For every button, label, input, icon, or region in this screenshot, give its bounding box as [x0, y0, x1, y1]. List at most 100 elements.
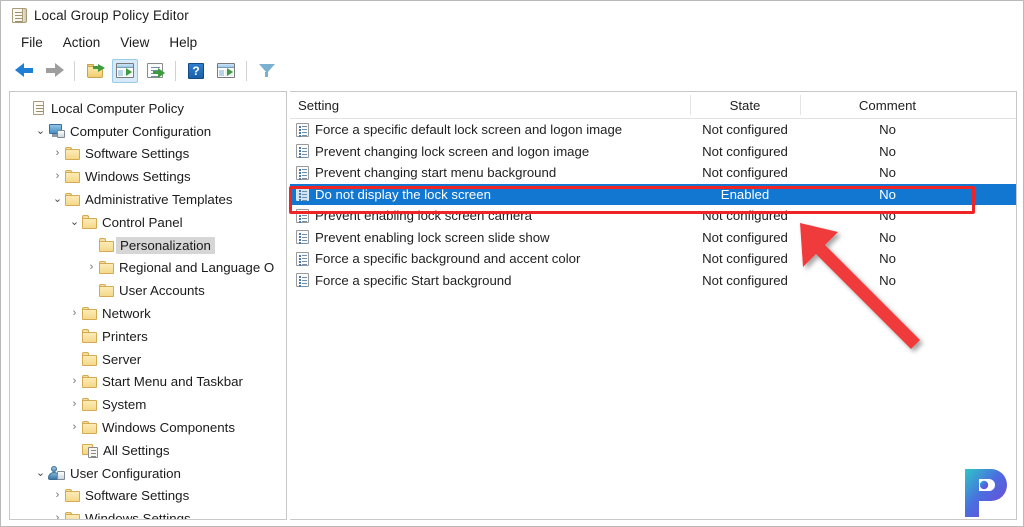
settings-list-pane[interactable]: Setting State Comment Force a specific d… — [290, 91, 1017, 520]
title-bar: Local Group Policy Editor — [1, 1, 1023, 29]
column-divider-2[interactable] — [800, 95, 801, 115]
tree-item-label: Network — [102, 306, 151, 322]
menu-item-help[interactable]: Help — [159, 33, 207, 52]
forward-button[interactable] — [41, 59, 67, 83]
tree-item-windows-settings[interactable]: › Windows Settings — [10, 165, 286, 188]
folder-icon — [65, 169, 81, 184]
tree-item-windows-settings[interactable]: › Windows Settings — [10, 507, 286, 519]
up-one-level-button[interactable] — [82, 59, 108, 83]
properties-button[interactable] — [142, 59, 168, 83]
state-cell: Not configured — [702, 272, 788, 288]
settings-row[interactable]: Force a specific background and accent c… — [290, 248, 1016, 270]
chevron-right-icon[interactable]: › — [67, 308, 82, 319]
chevron-right-icon[interactable]: › — [50, 171, 65, 182]
folder-icon — [65, 511, 81, 519]
comment-cell: No — [879, 229, 896, 245]
folder-icon — [82, 420, 98, 435]
setting-name: Prevent changing start menu background — [315, 165, 557, 181]
tree-item-administrative-templates[interactable]: ⌄ Administrative Templates — [10, 188, 286, 211]
setting-name: Force a specific default lock screen and… — [315, 122, 623, 138]
tree-item-printers[interactable]: Printers — [10, 325, 286, 348]
state-cell: Not configured — [702, 143, 788, 159]
tree-item-personalization[interactable]: Personalization — [10, 234, 286, 257]
help-question-icon: ? — [188, 62, 204, 79]
tree-item-all-settings[interactable]: All Settings — [10, 439, 286, 462]
folder-icon — [82, 374, 98, 389]
policy-setting-icon — [296, 144, 309, 159]
column-header-state[interactable]: State — [690, 98, 800, 113]
comment-cell: No — [879, 122, 896, 138]
properties-list-icon — [147, 63, 165, 78]
policy-setting-icon — [296, 165, 309, 180]
local-group-policy-editor-window: Local Group Policy Editor File Action Vi… — [0, 0, 1024, 527]
tree-item-start-menu-and-taskbar[interactable]: › Start Menu and Taskbar — [10, 371, 286, 394]
console-tree-pane[interactable]: Local Computer Policy ⌄ Computer Configura… — [9, 91, 287, 520]
back-button[interactable] — [11, 59, 37, 83]
tree-item-label: Server — [102, 351, 142, 367]
settings-row[interactable]: Force a specific default lock screen and… — [290, 119, 1016, 141]
tree-item-label: Printers — [102, 328, 148, 344]
menu-item-action[interactable]: Action — [53, 33, 111, 52]
chevron-down-icon[interactable]: ⌄ — [67, 216, 82, 228]
tree-item-server[interactable]: Server — [10, 348, 286, 371]
document-icon — [31, 100, 47, 116]
tree-item-software-settings[interactable]: › Software Settings — [10, 143, 286, 166]
tree-item-label: Administrative Templates — [85, 192, 233, 208]
policy-document-icon — [10, 7, 27, 24]
comment-cell: No — [879, 251, 896, 267]
tree-item-label: Start Menu and Taskbar — [102, 374, 243, 390]
help-button[interactable]: ? — [183, 59, 209, 83]
toolbar-separator-3 — [246, 60, 247, 81]
tree-item-label: User Accounts — [119, 283, 205, 299]
settings-row[interactable]: Do not display the lock screen Enabled No — [290, 183, 1016, 205]
column-header-setting[interactable]: Setting — [290, 98, 690, 113]
tree-item-local-computer-policy[interactable]: Local Computer Policy — [10, 97, 286, 120]
settings-row[interactable]: Prevent enabling lock screen camera Not c… — [290, 205, 1016, 227]
chevron-right-icon[interactable]: › — [50, 513, 65, 519]
tree-item-label: Windows Components — [102, 420, 236, 436]
show-hide-console-tree-button[interactable] — [112, 58, 138, 83]
tree-item-computer-configuration[interactable]: ⌄ Computer Configuration — [10, 120, 286, 143]
column-divider-1[interactable] — [690, 95, 691, 115]
show-hide-action-pane-button[interactable] — [213, 59, 239, 83]
state-cell: Not configured — [702, 122, 788, 138]
tree-item-label: All Settings — [103, 442, 170, 458]
tree-item-system[interactable]: › System — [10, 393, 286, 416]
list-column-header: Setting State Comment — [290, 92, 1016, 119]
tree-item-software-settings[interactable]: › Software Settings — [10, 485, 286, 508]
chevron-down-icon[interactable]: ⌄ — [33, 467, 48, 479]
tree-item-label: Software Settings — [85, 146, 190, 162]
chevron-down-icon[interactable]: ⌄ — [50, 194, 65, 205]
menu-item-file[interactable]: File — [11, 33, 53, 52]
toolbar: ? — [1, 55, 1023, 87]
chevron-right-icon[interactable]: › — [50, 148, 65, 159]
filter-button[interactable] — [254, 59, 280, 83]
tree-item-regional-and-language-o[interactable]: › Regional and Language O — [10, 257, 286, 280]
tree-item-label: Local Computer Policy — [51, 100, 185, 116]
comment-cell: No — [879, 143, 896, 159]
settings-row[interactable]: Prevent changing lock screen and logon i… — [290, 141, 1016, 163]
settings-row[interactable]: Force a specific Start background Not con… — [290, 270, 1016, 292]
chevron-right-icon[interactable]: › — [67, 422, 82, 433]
tree-item-user-accounts[interactable]: User Accounts — [10, 279, 286, 302]
chevron-right-icon[interactable]: › — [67, 376, 82, 387]
toolbar-separator-1 — [74, 60, 75, 81]
chevron-right-icon[interactable]: › — [84, 262, 99, 273]
chevron-right-icon[interactable]: › — [50, 490, 65, 501]
chevron-right-icon[interactable]: › — [67, 399, 82, 410]
tree-item-windows-components[interactable]: › Windows Components — [10, 416, 286, 439]
tree-item-label: Regional and Language O — [119, 260, 275, 276]
folder-icon — [65, 146, 81, 161]
comment-cell: No — [879, 165, 896, 181]
folder-icon — [82, 352, 98, 366]
settings-row[interactable]: Prevent changing start menu background No… — [290, 162, 1016, 184]
column-header-comment[interactable]: Comment — [800, 98, 975, 113]
tree-item-user-configuration[interactable]: ⌄ User Configuration — [10, 462, 286, 485]
settings-row[interactable]: Prevent enabling lock screen slide show N… — [290, 227, 1016, 249]
chevron-down-icon[interactable]: ⌄ — [33, 125, 48, 137]
tree-item-control-panel[interactable]: ⌄ Control Panel — [10, 211, 286, 234]
menu-item-view[interactable]: View — [110, 33, 159, 52]
tree-item-network[interactable]: › Network — [10, 302, 286, 325]
policy-tree: Local Computer Policy ⌄ Computer Configura… — [10, 92, 286, 519]
tree-item-label: User Configuration — [70, 465, 181, 481]
